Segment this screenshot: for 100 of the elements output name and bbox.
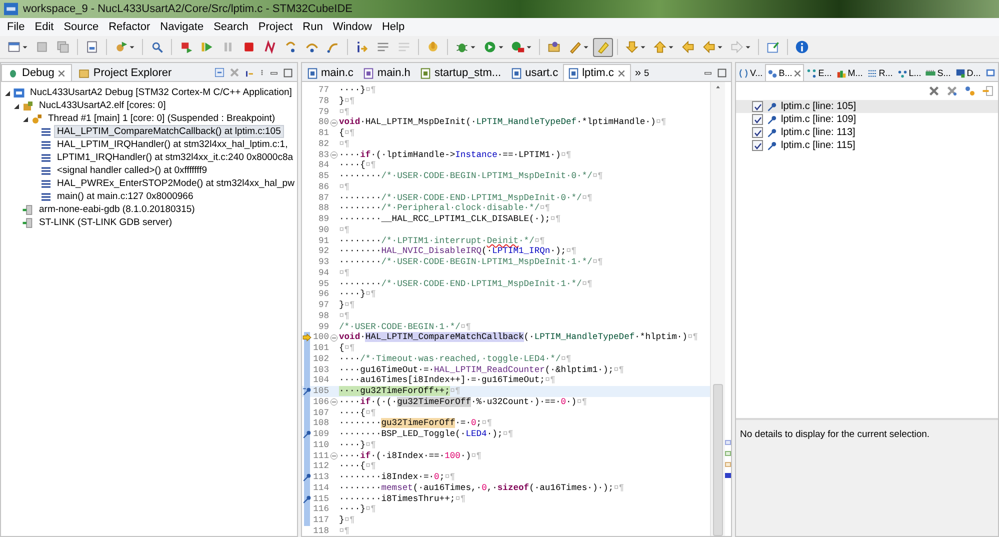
file-icon (307, 68, 318, 78)
tree-item[interactable]: <signal handler called>() at 0xfffffff9 (54, 164, 210, 177)
menu-item[interactable]: Project (253, 21, 298, 33)
file-icon (511, 68, 522, 78)
breakpoint-row[interactable]: lptim.c [line: 109] (736, 113, 998, 126)
tree-item[interactable]: NucL433UsartA2 Debug [STM32 Cortex-M C/C++ Application] (27, 86, 295, 99)
remove-all-icon[interactable] (946, 85, 958, 97)
breakpoint-row[interactable]: lptim.c [line: 113] (736, 126, 998, 139)
menu-item[interactable]: Window (328, 21, 377, 33)
code-line: ····}¤¶ (338, 289, 377, 300)
menu-item[interactable]: Help (376, 21, 410, 33)
line-number: 106 (312, 396, 329, 408)
breakpoint-row[interactable]: lptim.c [line: 115] (736, 139, 998, 152)
line-number: 102 (312, 354, 329, 364)
dots-icon[interactable] (964, 85, 976, 97)
code-line: void·HAL_LPTIM_MspDeInit(·LPTIM_HandleTypeDef·*lptimHandle·)¤¶ (338, 117, 668, 128)
tree-item[interactable]: HAL_LPTIM_CompareMatchCallback() at lptim.c:105 (54, 125, 284, 138)
stack-frame-icon (40, 178, 52, 190)
tree-item[interactable]: HAL_PWREx_EnterSTOP2Mode() at stm32l4xx_hal_pw (54, 177, 298, 190)
code-line: ····{¤¶ (338, 408, 377, 418)
fold-icon[interactable] (330, 398, 338, 406)
view-tab[interactable]: Project Explorer (72, 64, 178, 81)
nodes-icon (806, 68, 818, 78)
menu-item[interactable]: Source (58, 21, 104, 33)
checkbox[interactable] (752, 127, 763, 138)
line-number: 111 (312, 450, 329, 462)
view-tab[interactable]: Debug (1, 64, 72, 81)
kebab-menu-icon[interactable] (259, 67, 265, 78)
code-line: ········/*·Peripheral·clock·disable·*/¤¶ (338, 203, 552, 214)
line-number: 81 (317, 128, 329, 139)
arrow-right-icon (730, 40, 744, 54)
expanded-icon[interactable] (3, 88, 11, 96)
scrollbar-thumb[interactable] (713, 384, 723, 536)
code-line: }¤¶ (338, 96, 356, 106)
line-number: 93 (317, 257, 329, 268)
line-number: 107 (312, 408, 329, 418)
breakpoint-row[interactable]: lptim.c [line: 105] (736, 100, 998, 113)
checkbox[interactable] (752, 114, 763, 125)
checkbox[interactable] (752, 101, 763, 112)
collapse-all-icon[interactable] (214, 67, 225, 78)
close-icon[interactable] (57, 68, 66, 78)
menu-item[interactable]: Navigate (155, 21, 209, 33)
breakpoint-label: lptim.c [line: 105] (781, 101, 856, 112)
view-tab[interactable]: R... (864, 64, 895, 81)
tree-item[interactable]: NucL433UsartA2.elf [cores: 0] (36, 99, 169, 112)
line-number: 78 (317, 96, 329, 106)
fold-icon[interactable] (330, 452, 338, 460)
tree-item[interactable]: ST-LINK (ST-LINK GDB server) (36, 216, 176, 229)
code-line: ¤¶ (338, 268, 351, 278)
import-icon[interactable] (982, 85, 994, 97)
menu-item[interactable]: Edit (30, 21, 59, 33)
fold-icon[interactable] (330, 150, 338, 159)
editor-tab[interactable]: usart.c (506, 64, 564, 81)
editor-tab[interactable]: main.h (358, 64, 416, 81)
editor-tab[interactable]: main.c (302, 64, 358, 81)
close-icon[interactable] (793, 68, 802, 78)
view-tab[interactable]: V... (736, 64, 765, 81)
view-tab[interactable]: D... (952, 64, 983, 81)
pin-icon (767, 128, 777, 138)
code-line: ¤¶ (338, 182, 351, 192)
fold-icon[interactable] (330, 334, 338, 342)
menu-item[interactable]: File (2, 21, 30, 33)
close-icon[interactable] (616, 68, 626, 78)
flag-icon (179, 40, 193, 54)
tree-item[interactable]: HAL_LPTIM_IRQHandler() at stm32l4xx_hal_lptim.c:1, (54, 138, 291, 151)
line-number: 113 (312, 472, 329, 483)
menu-item[interactable]: Refactor (104, 21, 156, 33)
tree-item[interactable]: LPTIM1_IRQHandler() at stm32l4xx_it.c:240 0x8000c8a (54, 151, 296, 164)
checkbox[interactable] (752, 140, 763, 151)
view-tab[interactable]: E... (804, 64, 834, 81)
breakpoint-icon[interactable] (302, 473, 312, 482)
editor-tab[interactable]: lptim.c (563, 64, 631, 81)
view-tab[interactable]: M... (834, 64, 865, 81)
toolbar-button[interactable] (593, 38, 613, 56)
terminal-icon (22, 204, 34, 216)
breakpoint-icon[interactable] (302, 494, 312, 504)
line-number: 110 (312, 440, 329, 450)
expanded-icon[interactable] (12, 102, 20, 110)
tree-item[interactable]: arm-none-eabi-gdb (8.1.0.20180315) (36, 203, 198, 216)
editor-tab[interactable]: startup_stm... (415, 64, 506, 81)
remove-icon[interactable] (928, 85, 940, 97)
code-line: ····}¤¶ (338, 440, 377, 450)
floppy-disks-icon (56, 40, 70, 54)
terminal-icon (22, 216, 34, 228)
line-number: 117 (312, 515, 329, 526)
breakpoint-icon[interactable] (302, 387, 312, 396)
view-tab[interactable]: B... (764, 64, 804, 81)
view-tab[interactable]: S... (923, 64, 953, 81)
info-icon (795, 40, 809, 54)
menu-item[interactable]: Search (208, 21, 254, 33)
breakpoint-icon[interactable] (302, 430, 312, 439)
maximize-icon[interactable] (717, 68, 727, 78)
menu-item[interactable]: Run (298, 21, 328, 33)
expanded-icon[interactable] (21, 114, 29, 122)
tree-item[interactable]: main() at main.c:127 0x8000966 (54, 190, 196, 203)
tree-item[interactable]: Thread #1 [main] 1 [core: 0] (Suspended : Breakpoint) (45, 112, 278, 125)
view-tab[interactable]: L... (894, 64, 924, 81)
fold-icon[interactable] (330, 118, 338, 127)
arrow-up-icon (653, 40, 667, 54)
maximize-icon[interactable] (283, 68, 293, 78)
